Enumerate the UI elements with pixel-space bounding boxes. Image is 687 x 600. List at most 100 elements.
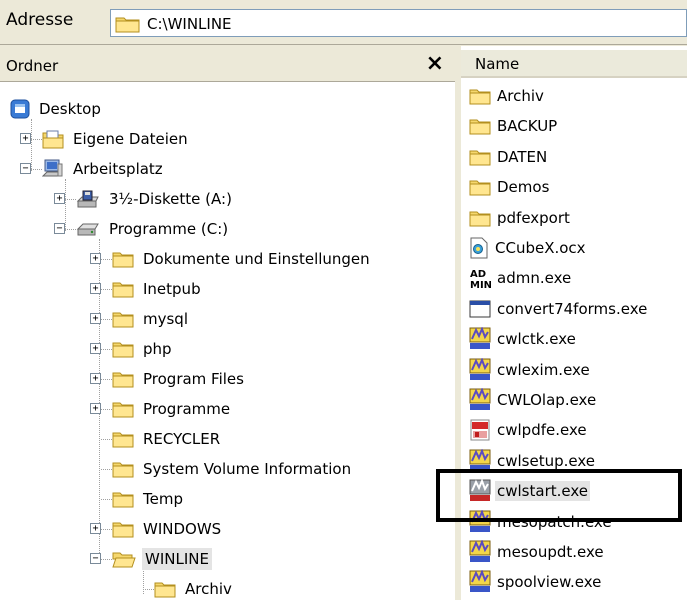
file-list-item[interactable]: mesoupdt.exe (469, 538, 606, 566)
folder-icon (112, 280, 134, 298)
address-path: C:\WINLINE (147, 15, 232, 33)
file-list-item[interactable]: BACKUP (469, 112, 559, 140)
file-name: DATEN (497, 147, 548, 166)
tree-connector-horizontal (101, 529, 112, 530)
collapse-icon[interactable]: − (54, 223, 65, 234)
expand-icon[interactable]: + (90, 253, 101, 264)
tree-item-label: Eigene Dateien (73, 130, 188, 148)
tree-item-label: Programme (143, 400, 231, 418)
folder-icon (112, 430, 134, 448)
folder-icon (112, 340, 134, 358)
my-documents-icon (42, 129, 64, 149)
folder-icon (112, 310, 134, 328)
folder-icon (154, 580, 176, 598)
tree-item[interactable]: WINLINE (112, 545, 212, 573)
tree-item[interactable]: Inetpub (112, 275, 204, 303)
tree-connector-horizontal (101, 469, 112, 470)
collapse-icon[interactable]: − (90, 553, 101, 564)
tree-item-label: WINLINE (142, 548, 212, 570)
desktop-icon (10, 99, 30, 119)
expand-icon[interactable]: + (90, 523, 101, 534)
file-list-item[interactable]: CWLOlap.exe (469, 386, 598, 414)
folder-pane-title: Ordner (6, 57, 59, 75)
tree-item[interactable]: Temp (112, 485, 186, 513)
file-list-item[interactable]: DATEN (469, 143, 549, 171)
tree-item[interactable]: Dokumente und Einstellungen (112, 245, 373, 273)
folder-icon (469, 117, 491, 135)
folder-icon (469, 87, 491, 105)
file-list-item[interactable]: mesopatch.exe (469, 508, 614, 536)
tree-item-label: Program Files (143, 370, 244, 388)
file-name: Demos (497, 178, 550, 197)
tree-connector-horizontal (101, 259, 112, 260)
tree-item[interactable]: Programme (112, 395, 233, 423)
mesonic-exe-icon (469, 357, 491, 382)
folder-icon (112, 250, 134, 268)
tree-item-label: Temp (143, 490, 183, 508)
collapse-icon[interactable]: − (20, 163, 31, 174)
tree-connector-horizontal (101, 349, 112, 350)
hard-drive-icon (76, 221, 100, 237)
file-list-item[interactable]: cwlctk.exe (469, 325, 578, 353)
tree-item[interactable]: RECYCLER (112, 425, 223, 453)
mesonic-exe-icon (469, 540, 491, 564)
tree-item[interactable]: mysql (112, 305, 191, 333)
tree-item-label: mysql (143, 310, 188, 328)
file-name: cwlsetup.exe (497, 451, 596, 470)
close-icon[interactable]: × (426, 51, 444, 76)
file-list-item[interactable]: cwlpdfe.exe (469, 416, 589, 444)
file-list-item[interactable]: cwlsetup.exe (469, 447, 597, 475)
expand-icon[interactable]: + (54, 193, 65, 204)
file-list-item[interactable]: cwlstart.exe (469, 477, 590, 505)
mesonic-exe-icon (469, 448, 491, 473)
tree-connector-horizontal (101, 499, 112, 500)
address-field[interactable]: C:\WINLINE (110, 9, 687, 37)
tree-connector-vertical (31, 119, 32, 171)
tree-connector-horizontal (101, 379, 112, 380)
file-name: admn.exe (497, 269, 572, 288)
file-list-item[interactable]: Archiv (469, 82, 546, 110)
tree-connector-horizontal (31, 139, 42, 140)
expand-icon[interactable]: + (90, 313, 101, 324)
my-computer-icon (42, 158, 64, 180)
tree-item-label: Desktop (39, 100, 101, 118)
folder-tree: Desktop + Eigene Dateien − Arbeitsplatz +3½-D… (0, 84, 455, 600)
tree-item[interactable]: Desktop (10, 95, 104, 123)
tree-item[interactable]: Arbeitsplatz (42, 155, 166, 183)
file-list-item[interactable]: Demos (469, 173, 551, 201)
tree-item-label: Inetpub (143, 280, 201, 298)
tree-connector-vertical (65, 179, 66, 231)
tree-connector-horizontal (65, 199, 76, 200)
mesonic-exe-icon (469, 327, 491, 351)
expand-icon[interactable]: + (90, 283, 101, 294)
expand-icon[interactable]: + (90, 343, 101, 354)
file-name: spoolview.exe (497, 573, 602, 592)
file-list-item[interactable]: cwlexim.exe (469, 356, 592, 384)
tree-item[interactable]: Programme (C:) (76, 215, 231, 243)
tree-connector-horizontal (101, 409, 112, 410)
tree-item[interactable]: System Volume Information (112, 455, 354, 483)
tree-item[interactable]: php (112, 335, 175, 363)
pdf-exe-icon (469, 419, 491, 441)
expand-icon[interactable]: + (90, 403, 101, 414)
expand-icon[interactable]: + (90, 373, 101, 384)
file-list-item[interactable]: spoolview.exe (469, 568, 603, 596)
file-list-item[interactable]: AD MIN admn.exe (469, 264, 573, 292)
file-list-item[interactable]: convert74forms.exe (469, 295, 649, 323)
ocx-file-icon (469, 237, 489, 259)
expand-icon[interactable]: + (20, 133, 31, 144)
folder-icon (469, 178, 491, 196)
column-header-name[interactable]: Name (461, 50, 687, 78)
tree-connector-horizontal (101, 289, 112, 290)
address-bar: Adresse C:\WINLINE (0, 0, 687, 45)
tree-connector-horizontal (101, 439, 112, 440)
tree-item[interactable]: Archiv (154, 575, 235, 600)
folder-icon (469, 209, 491, 227)
tree-item[interactable]: Eigene Dateien (42, 125, 191, 153)
file-list-item[interactable]: pdfexport (469, 204, 572, 232)
tree-item[interactable]: WINDOWS (112, 515, 224, 543)
file-list-item[interactable]: CCubeX.ocx (469, 234, 588, 262)
tree-item[interactable]: Program Files (112, 365, 247, 393)
tree-item[interactable]: 3½-Diskette (A:) (76, 185, 235, 213)
file-name: CWLOlap.exe (497, 391, 597, 409)
